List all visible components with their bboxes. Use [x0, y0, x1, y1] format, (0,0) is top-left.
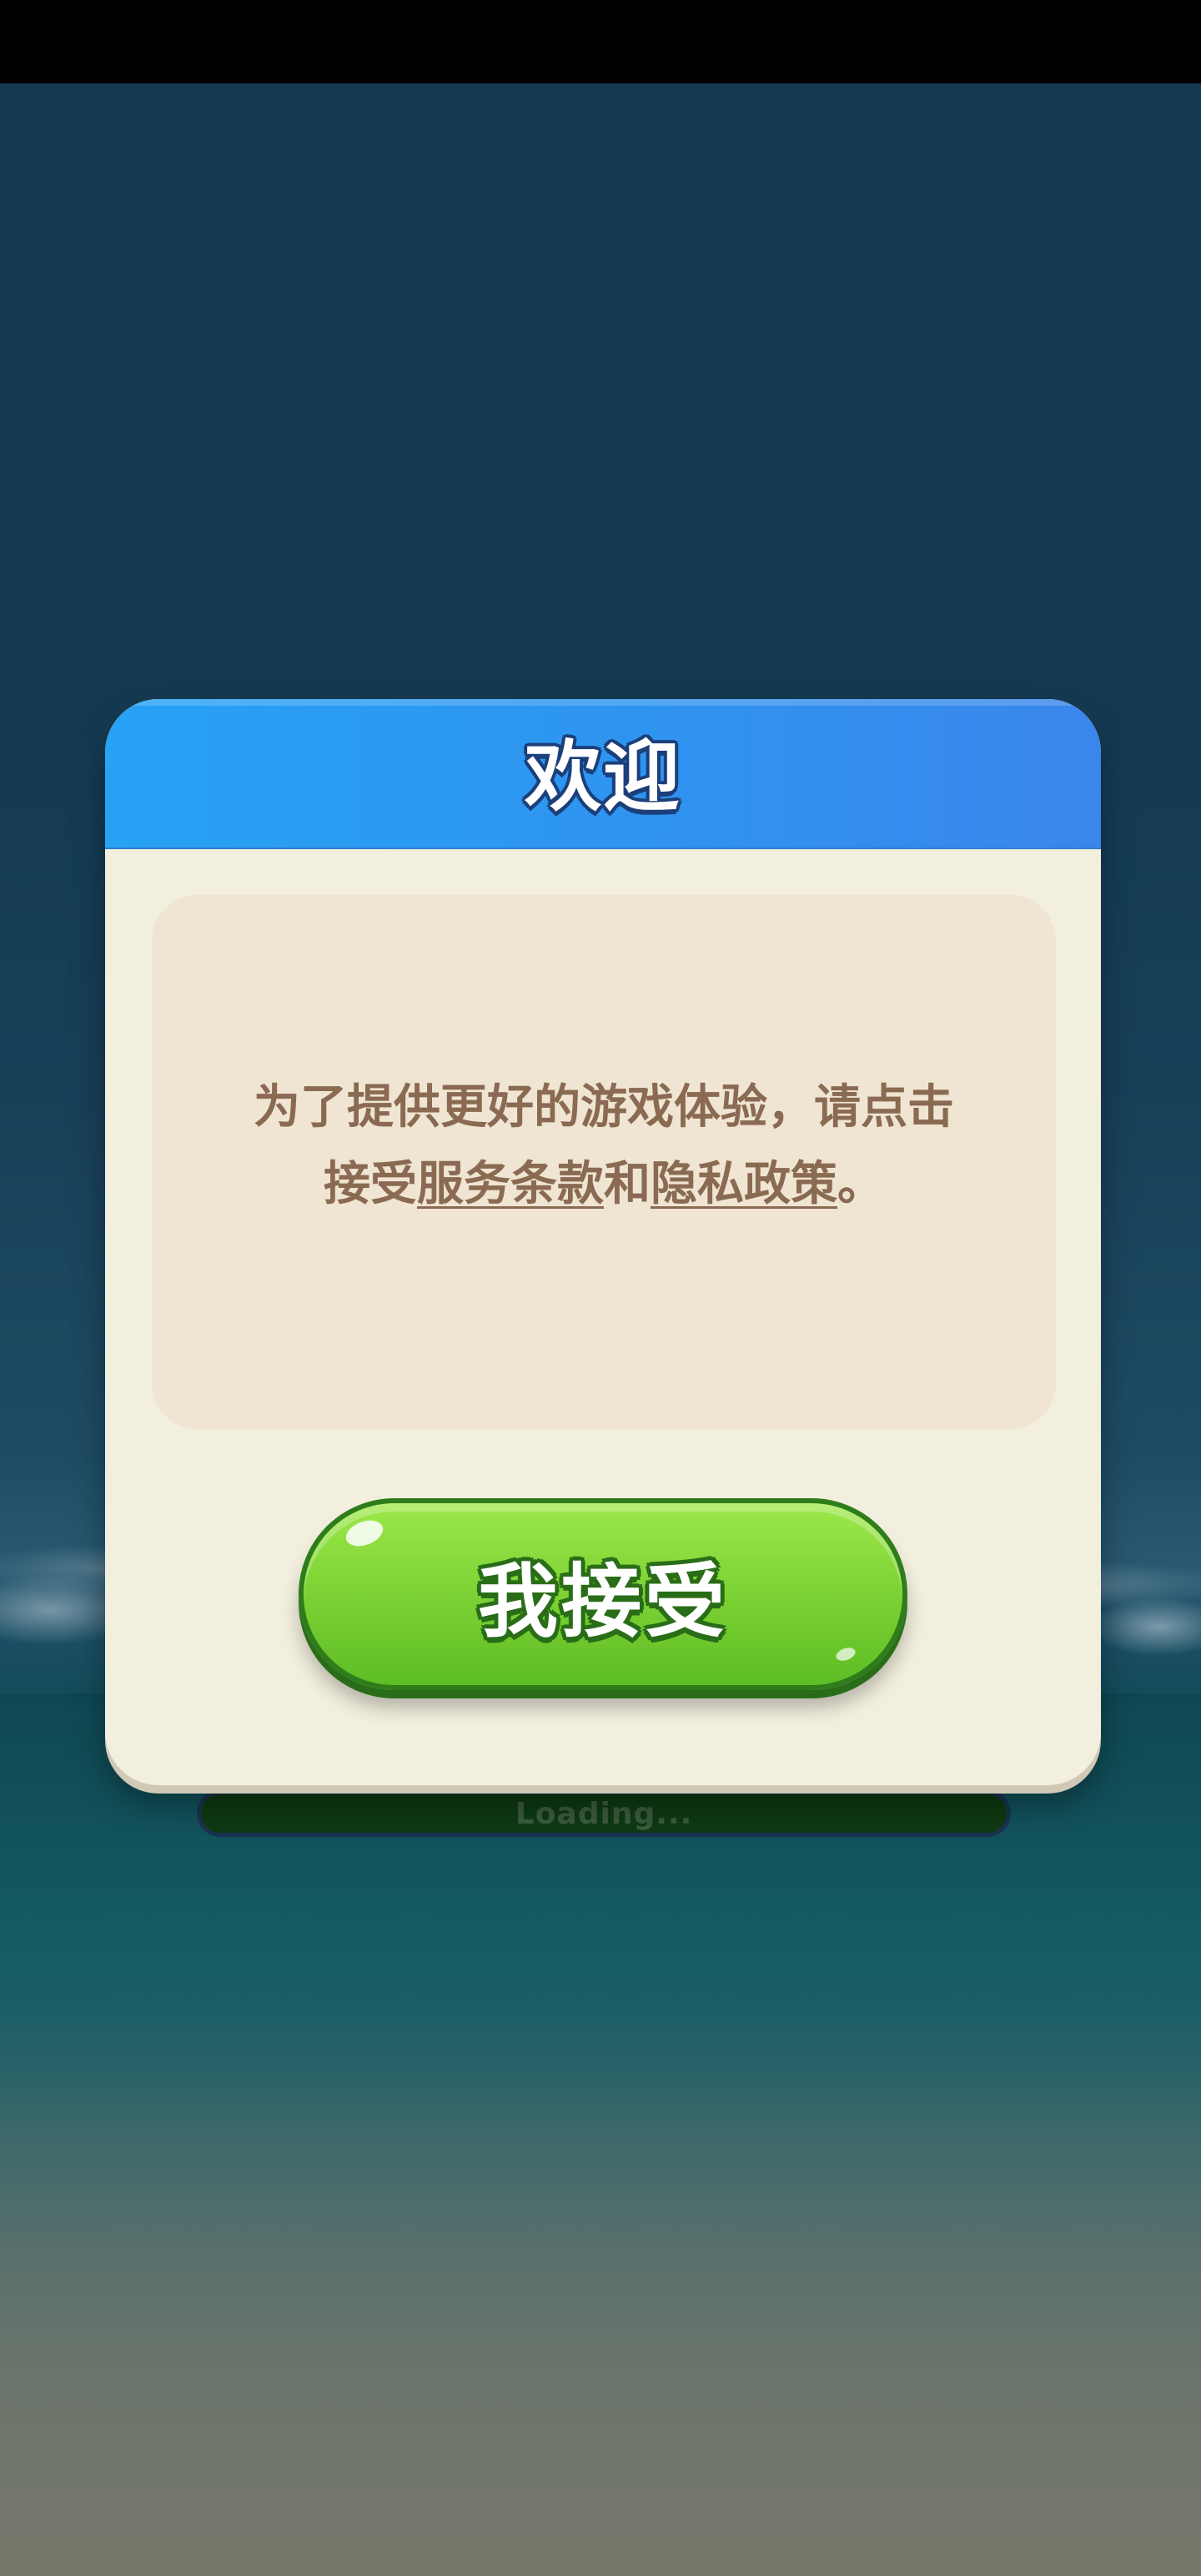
terms-of-service-link[interactable]: 服务条款: [417, 1157, 604, 1211]
dialog-header: 欢迎: [105, 699, 1101, 849]
loading-label: Loading...: [515, 1796, 693, 1831]
privacy-policy-link[interactable]: 隐私政策: [651, 1157, 837, 1211]
welcome-dialog: 欢迎 为了提供更好的游戏体验，请点击 接受服务条款和隐私政策。 我接受: [105, 699, 1101, 1785]
message-conjunction: 和: [604, 1157, 651, 1211]
button-gloss-highlight-small: [834, 1645, 857, 1663]
message-line-2-prefix: 接受: [324, 1157, 417, 1211]
dialog-title: 欢迎: [524, 732, 681, 822]
consent-message: 为了提供更好的游戏体验，请点击 接受服务条款和隐私政策。: [177, 1069, 1031, 1223]
status-bar: [0, 0, 1201, 83]
message-panel: 为了提供更好的游戏体验，请点击 接受服务条款和隐私政策。: [152, 894, 1056, 1430]
message-suffix: 。: [837, 1157, 884, 1211]
accept-button[interactable]: 我接受: [299, 1498, 907, 1690]
game-screen: Loading... 欢迎 为了提供更好的游戏体验，请点击 接受服务条款和隐私政…: [0, 0, 1201, 2576]
button-gloss-highlight: [342, 1515, 387, 1552]
accept-button-label: 我接受: [478, 1554, 728, 1648]
message-line-1: 为了提供更好的游戏体验，请点击: [254, 1080, 954, 1135]
beach-sand: [0, 2002, 1201, 2576]
loading-bar: Loading...: [197, 1790, 1011, 1837]
